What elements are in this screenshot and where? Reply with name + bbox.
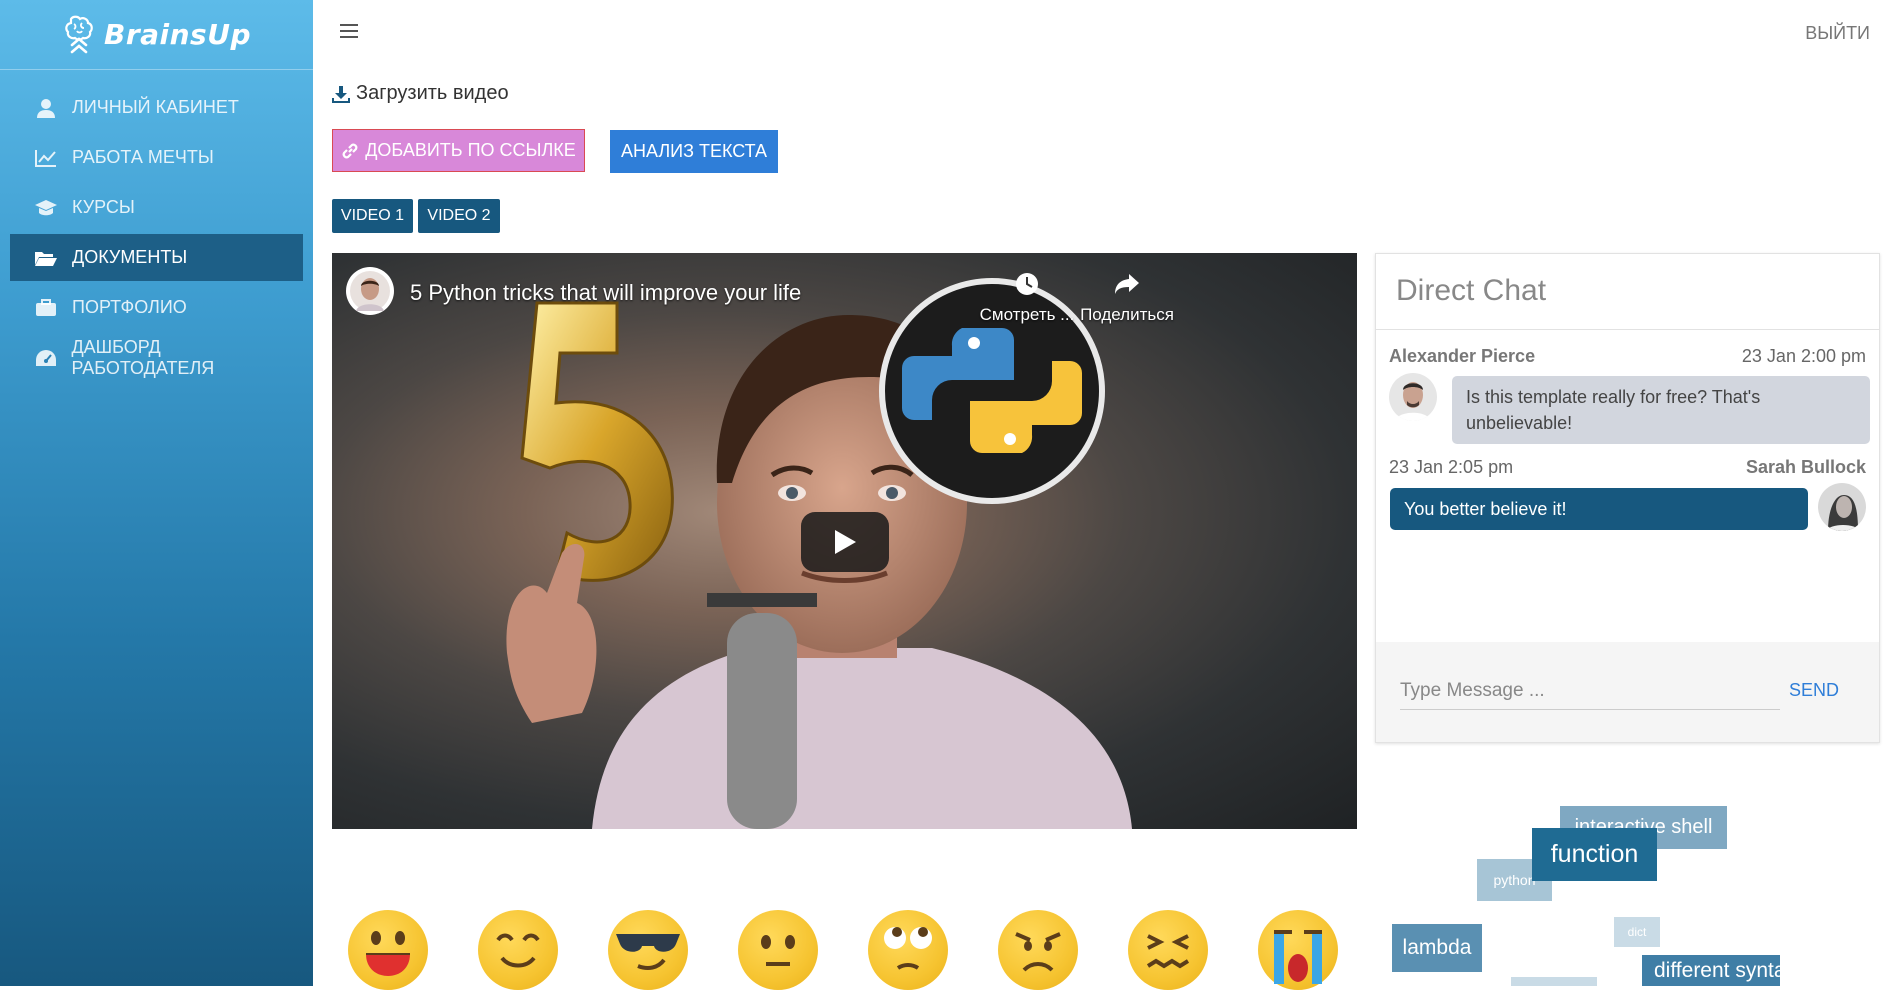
- main-content: ВЫЙТИ Загрузить видео ДОБАВИТЬ ПО ССЫЛКЕ…: [313, 0, 1887, 990]
- tab-video-2[interactable]: VIDEO 2: [418, 199, 500, 233]
- line-chart-icon: [34, 148, 58, 168]
- brand-name: BrainsUp: [103, 18, 252, 51]
- chat-message-bubble: You better believe it!: [1390, 488, 1808, 530]
- briefcase-icon: [34, 298, 58, 318]
- message-time: 23 Jan 2:00 pm: [1741, 346, 1866, 366]
- logout-link[interactable]: ВЫЙТИ: [1805, 23, 1870, 44]
- share-icon: [1115, 274, 1139, 294]
- word-cloud-tag[interactable]: [1511, 977, 1597, 986]
- chat-message-input[interactable]: [1400, 672, 1780, 710]
- dashboard-icon: [34, 348, 57, 368]
- sidebar-item-label: КУРСЫ: [72, 197, 135, 217]
- watch-later-label: Смотреть ...: [979, 305, 1075, 324]
- brain-icon: [65, 15, 93, 53]
- add-by-link-label: ДОБАВИТЬ ПО ССЫЛКЕ: [365, 140, 576, 160]
- download-icon: [332, 85, 350, 103]
- avatar: [1389, 373, 1437, 421]
- menu-toggle-icon[interactable]: [340, 24, 358, 38]
- brand-logo[interactable]: BrainsUp: [0, 0, 313, 70]
- graduation-cap-icon: [34, 198, 58, 218]
- sidebar-item-label: ДОКУМЕНТЫ: [72, 247, 188, 267]
- sidebar-item-personal-account[interactable]: ЛИЧНЫЙ КАБИНЕТ: [10, 84, 303, 131]
- sidebar-item-portfolio[interactable]: ПОРТФОЛИО: [10, 284, 303, 331]
- eye-roll-face-icon[interactable]: [868, 910, 948, 990]
- angry-face-icon[interactable]: [998, 910, 1078, 990]
- add-by-link-button[interactable]: ДОБАВИТЬ ПО ССЫЛКЕ: [332, 129, 585, 172]
- upload-video-label: Загрузить видео: [356, 82, 509, 104]
- sidebar-item-label: ПОРТФОЛИО: [72, 297, 187, 317]
- play-button[interactable]: [801, 512, 889, 572]
- chat-title: Direct Chat: [1376, 254, 1879, 330]
- message-author: Sarah Bullock: [1745, 457, 1866, 477]
- link-icon: [342, 143, 358, 158]
- channel-avatar[interactable]: [346, 267, 394, 315]
- neutral-face-icon[interactable]: [738, 910, 818, 990]
- send-button[interactable]: SEND: [1789, 680, 1839, 701]
- clock-icon: [1016, 273, 1038, 295]
- crying-face-icon[interactable]: [1258, 910, 1338, 990]
- play-icon: [835, 530, 856, 554]
- sidebar-item-label: РАБОТА МЕЧТЫ: [72, 147, 214, 167]
- sidebar-item-label: ЛИЧНЫЙ КАБИНЕТ: [72, 97, 239, 117]
- sidebar: BrainsUp ЛИЧНЫЙ КАБИНЕТ РАБОТА МЕЧТЫ КУР…: [0, 0, 313, 986]
- word-cloud-tag[interactable]: lambda: [1392, 924, 1482, 972]
- user-icon: [34, 98, 58, 118]
- sidebar-item-dream-job[interactable]: РАБОТА МЕЧТЫ: [10, 134, 303, 181]
- sidebar-item-employer-dashboard[interactable]: ДАШБОРД РАБОТОДАТЕЛЯ: [10, 334, 303, 381]
- message-author: Alexander Pierce: [1389, 346, 1536, 366]
- sidebar-item-label: ДАШБОРД РАБОТОДАТЕЛЯ: [71, 336, 215, 378]
- sidebar-item-courses[interactable]: КУРСЫ: [10, 184, 303, 231]
- tab-video-1[interactable]: VIDEO 1: [332, 199, 413, 233]
- word-cloud-tag[interactable]: different syntax: [1642, 955, 1780, 986]
- chat-footer: SEND: [1376, 642, 1879, 742]
- direct-chat: Direct Chat Alexander Pierce 23 Jan 2:00…: [1375, 253, 1880, 743]
- smiling-face-icon[interactable]: [478, 910, 558, 990]
- cool-face-icon[interactable]: [608, 910, 688, 990]
- word-cloud-tag[interactable]: function: [1532, 828, 1657, 881]
- share-label: Поделиться: [1080, 305, 1174, 324]
- video-title[interactable]: 5 Python tricks that will improve your l…: [410, 280, 801, 306]
- message-time: 23 Jan 2:05 pm: [1389, 457, 1514, 477]
- avatar: [1818, 483, 1866, 531]
- text-analysis-button[interactable]: АНАЛИЗ ТЕКСТА: [610, 130, 778, 173]
- word-cloud-tag[interactable]: dict: [1614, 917, 1660, 947]
- happy-face-icon[interactable]: [348, 910, 428, 990]
- sidebar-item-documents[interactable]: ДОКУМЕНТЫ: [10, 234, 303, 281]
- upload-video-link[interactable]: Загрузить видео: [332, 82, 509, 105]
- sidebar-nav: ЛИЧНЫЙ КАБИНЕТ РАБОТА МЕЧТЫ КУРСЫ ДОКУМЕ…: [0, 70, 313, 381]
- watch-later-button[interactable]: Смотреть ...: [977, 271, 1077, 325]
- share-button[interactable]: Поделиться: [1077, 271, 1177, 325]
- video-player[interactable]: 5 Python tricks that will improve your l…: [332, 253, 1357, 829]
- chat-message-bubble: Is this template really for free? That's…: [1452, 376, 1870, 444]
- disgusted-face-icon[interactable]: [1128, 910, 1208, 990]
- folder-open-icon: [34, 248, 58, 268]
